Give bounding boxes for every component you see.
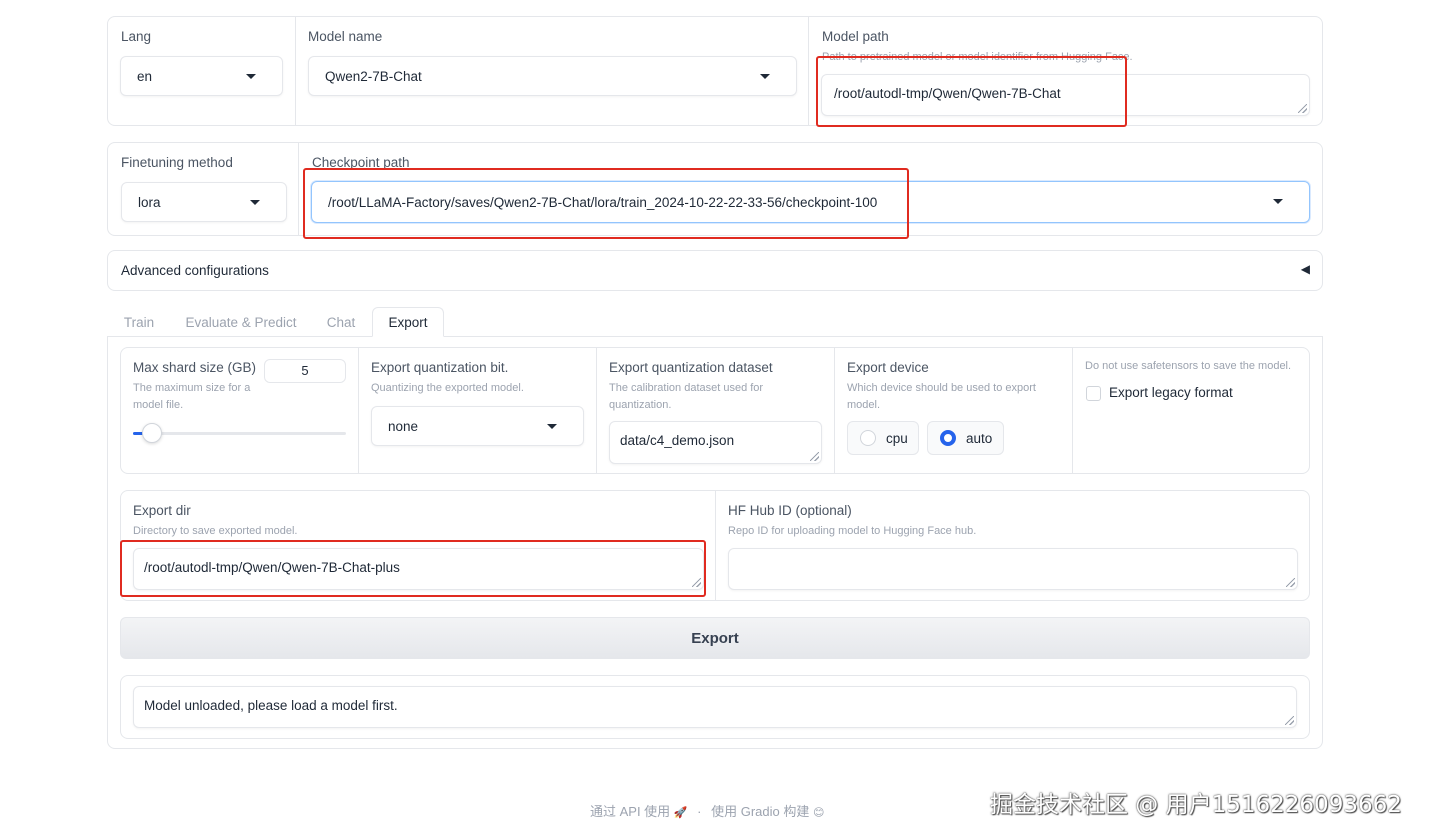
model-name-cell: Model name Qwen2-7B-Chat <box>296 17 809 125</box>
export-device-cell: Export device Which device should be use… <box>835 348 1073 473</box>
export-output-value: Model unloaded, please load a model firs… <box>144 698 398 713</box>
api-link[interactable]: 通过 API 使用 <box>590 804 670 819</box>
max-shard-cell: Max shard size (GB) 5 The maximum size f… <box>121 348 359 473</box>
resize-handle-icon[interactable] <box>692 578 701 587</box>
checkpoint-cell: Checkpoint path /root/LLaMA-Factory/save… <box>299 143 1322 235</box>
tab-train[interactable]: Train <box>112 307 166 337</box>
model-path-cell: Model path Path to pretrained model or m… <box>809 17 1322 125</box>
advanced-config-label: Advanced configurations <box>121 263 269 278</box>
radio-selected-icon <box>940 430 956 446</box>
quant-bit-info: Quantizing the exported model. <box>371 382 524 394</box>
quant-dataset-value: data/c4_demo.json <box>620 433 735 448</box>
chevron-down-icon <box>760 74 770 79</box>
radio-circle-icon <box>860 430 876 446</box>
chevron-down-icon <box>1273 199 1283 204</box>
legacy-format-label[interactable]: Export legacy format <box>1109 385 1233 400</box>
finetuning-method-value: lora <box>138 194 161 210</box>
max-shard-number-input[interactable]: 5 <box>264 359 346 383</box>
quant-dataset-label: Export quantization dataset <box>609 360 773 375</box>
max-shard-info: The maximum size for a model file. <box>133 382 251 411</box>
resize-handle-icon[interactable] <box>1298 104 1307 113</box>
checkpoint-path-value: /root/LLaMA-Factory/saves/Qwen2-7B-Chat/… <box>328 194 878 210</box>
model-settings-panel: Lang en Model name Qwen2-7B-Chat Model p… <box>107 16 1323 126</box>
chevron-down-icon <box>250 200 260 205</box>
hub-id-info: Repo ID for uploading model to Hugging F… <box>728 525 977 537</box>
model-path-info: Path to pretrained model or model identi… <box>822 51 1133 63</box>
chevron-down-icon <box>547 424 557 429</box>
hub-id-cell: HF Hub ID (optional) Repo ID for uploadi… <box>716 491 1309 600</box>
export-dir-input[interactable]: /root/autodl-tmp/Qwen/Qwen-7B-Chat-plus <box>133 548 704 590</box>
hub-id-input[interactable] <box>728 548 1298 590</box>
slider-thumb[interactable] <box>141 423 162 443</box>
chevron-down-icon <box>246 74 256 79</box>
lang-dropdown[interactable]: en <box>120 56 283 96</box>
export-dir-cell: Export dir Directory to save exported mo… <box>121 491 716 600</box>
checkpoint-path-label: Checkpoint path <box>312 155 410 170</box>
model-path-value: /root/autodl-tmp/Qwen/Qwen-7B-Chat <box>834 86 1061 101</box>
quant-bit-dropdown[interactable]: none <box>371 406 584 446</box>
resize-handle-icon[interactable] <box>1286 578 1295 587</box>
gradio-link[interactable]: 使用 Gradio 构建 <box>711 804 809 819</box>
quant-bit-cell: Export quantization bit. Quantizing the … <box>359 348 597 473</box>
tab-evaluate-predict[interactable]: Evaluate & Predict <box>176 307 306 337</box>
export-dir-info: Directory to save exported model. <box>133 525 298 537</box>
model-name-value: Qwen2-7B-Chat <box>325 68 422 84</box>
device-radio-auto[interactable]: auto <box>927 421 1004 455</box>
quant-bit-label: Export quantization bit. <box>371 360 509 375</box>
model-path-input[interactable]: /root/autodl-tmp/Qwen/Qwen-7B-Chat <box>821 74 1310 116</box>
quant-bit-value: none <box>388 418 419 434</box>
quant-dataset-input[interactable]: data/c4_demo.json <box>609 421 822 464</box>
export-device-label: Export device <box>847 360 929 375</box>
export-device-info: Which device should be used to export mo… <box>847 382 1036 411</box>
model-path-label: Model path <box>822 29 889 44</box>
finetuning-cell: Finetuning method lora <box>108 143 299 235</box>
device-option-auto: auto <box>966 430 993 446</box>
export-target-row: Export dir Directory to save exported mo… <box>120 490 1310 601</box>
quant-dataset-info: The calibration dataset used for quantiz… <box>609 382 764 411</box>
checkpoint-path-dropdown[interactable]: /root/LLaMA-Factory/saves/Qwen2-7B-Chat/… <box>311 181 1310 223</box>
legacy-format-checkbox[interactable] <box>1086 386 1101 401</box>
collapse-triangle-icon[interactable]: ◀ <box>1301 262 1310 276</box>
export-output-textbox[interactable]: Model unloaded, please load a model firs… <box>133 686 1297 728</box>
resize-handle-icon[interactable] <box>810 452 819 461</box>
legacy-format-info: Do not use safetensors to save the model… <box>1085 360 1292 372</box>
device-option-cpu: cpu <box>886 430 908 446</box>
rocket-icon: 🚀 <box>673 807 688 819</box>
hub-id-label: HF Hub ID (optional) <box>728 503 852 518</box>
export-options-row: Max shard size (GB) 5 The maximum size f… <box>120 347 1310 474</box>
model-name-label: Model name <box>308 29 383 44</box>
finetuning-method-label: Finetuning method <box>121 155 233 170</box>
footer-separator: · <box>697 804 702 819</box>
lang-cell: Lang en <box>108 17 296 125</box>
max-shard-label: Max shard size (GB) <box>133 360 257 375</box>
export-button[interactable]: Export <box>120 617 1310 659</box>
legacy-format-cell: Do not use safetensors to save the model… <box>1073 348 1309 473</box>
quant-dataset-cell: Export quantization dataset The calibrat… <box>597 348 835 473</box>
tab-export[interactable]: Export <box>372 307 444 337</box>
advanced-config-accordion[interactable]: Advanced configurations ◀ <box>107 250 1323 291</box>
gradio-logo-icon: 😊 <box>812 807 825 819</box>
max-shard-slider[interactable] <box>133 423 346 443</box>
lang-value: en <box>137 68 153 84</box>
finetuning-method-dropdown[interactable]: lora <box>121 182 287 222</box>
model-name-dropdown[interactable]: Qwen2-7B-Chat <box>308 56 797 96</box>
export-output-panel: Model unloaded, please load a model firs… <box>120 675 1310 739</box>
device-radio-cpu[interactable]: cpu <box>847 421 919 455</box>
adapter-settings-panel: Finetuning method lora Checkpoint path /… <box>107 142 1323 236</box>
export-dir-label: Export dir <box>133 503 191 518</box>
resize-handle-icon[interactable] <box>1285 716 1294 725</box>
tab-chat[interactable]: Chat <box>316 307 366 337</box>
lang-label: Lang <box>121 29 152 44</box>
export-dir-value: /root/autodl-tmp/Qwen/Qwen-7B-Chat-plus <box>144 560 400 575</box>
footer: 通过 API 使用 🚀 · 使用 Gradio 构建 😊 <box>590 801 824 820</box>
watermark: 掘金技术社区 @ 用户1516226093662 <box>990 792 1402 818</box>
